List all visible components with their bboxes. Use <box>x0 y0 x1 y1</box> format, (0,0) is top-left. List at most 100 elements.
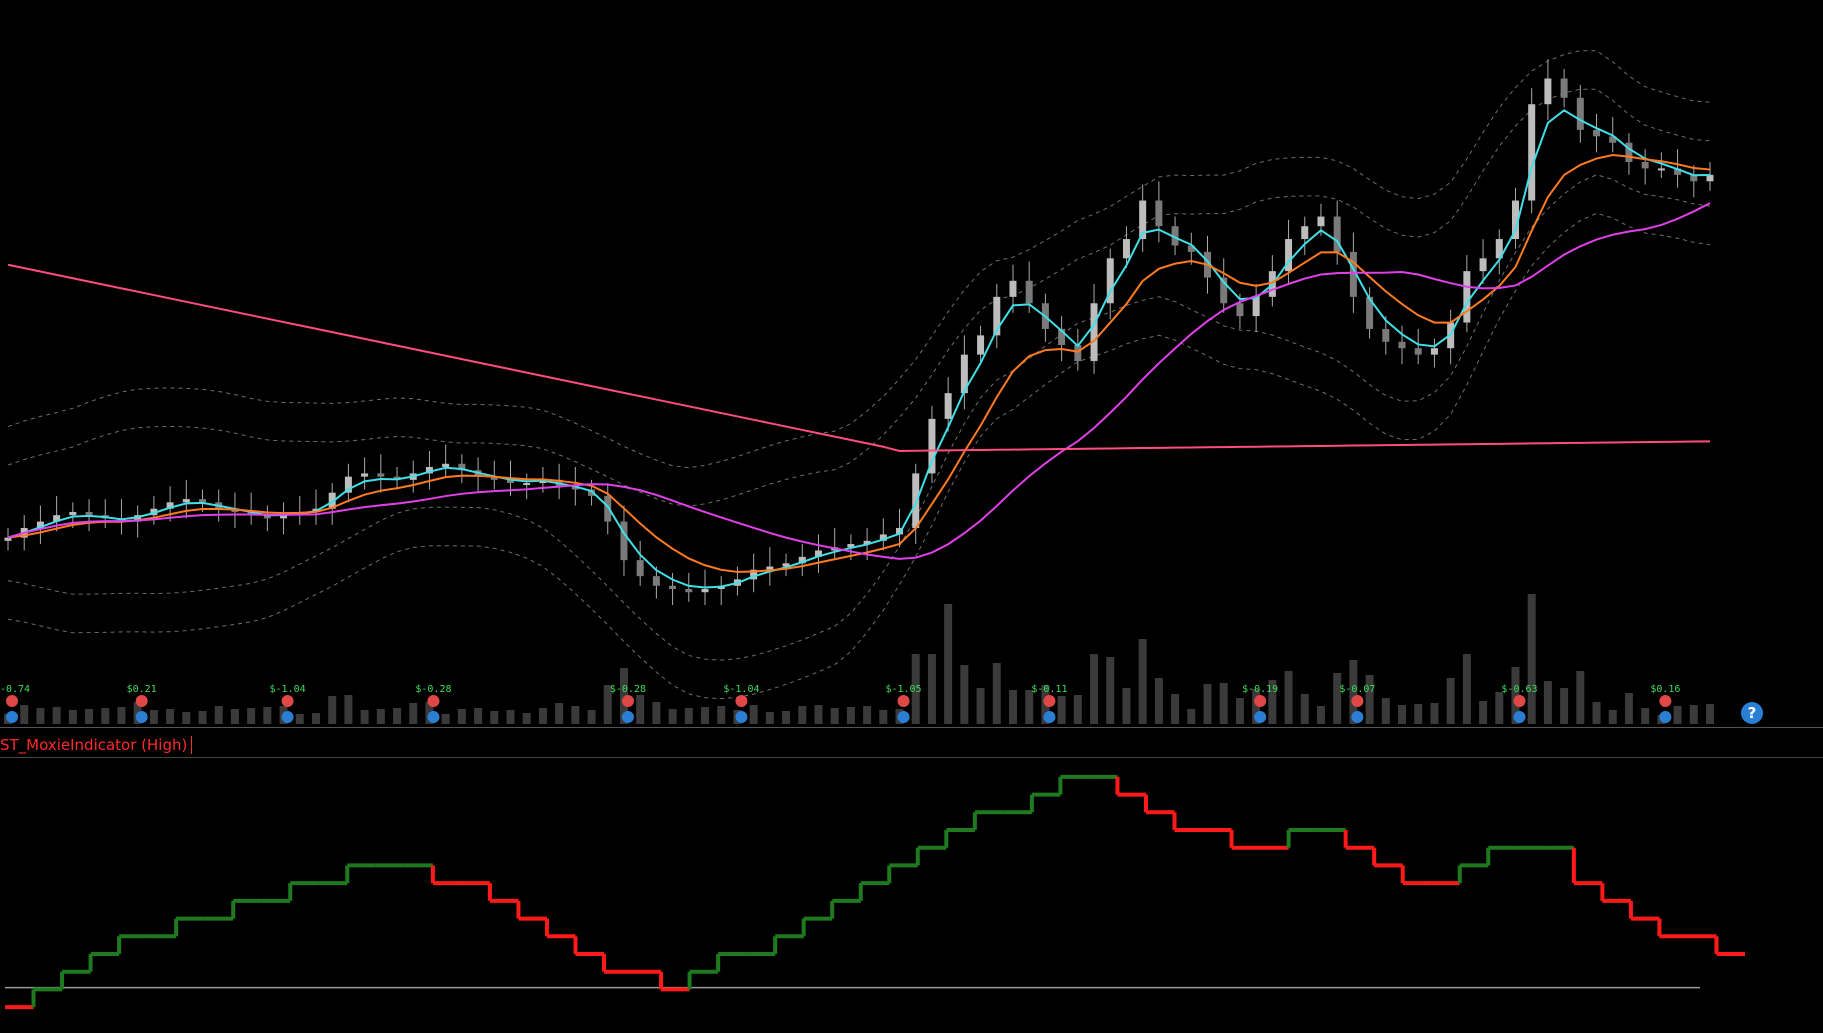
volume-bar <box>52 707 61 724</box>
volume-bar <box>814 705 823 724</box>
candle-body <box>442 463 450 467</box>
candle-body <box>1641 162 1649 169</box>
sma-50-line <box>7 202 1711 560</box>
volume-bar <box>1025 690 1034 724</box>
candle <box>1544 59 1552 121</box>
volume-bar <box>1543 681 1552 724</box>
bear-icon <box>427 695 440 707</box>
volume-bar <box>1479 701 1488 724</box>
price-chart[interactable]: $-0.74 $0.21 $-1.04 $-0.28 $-0.28 $-1.04 $-1.0… <box>0 0 1823 730</box>
volume-bar <box>976 688 985 724</box>
candle-body <box>377 473 385 477</box>
volume-bar <box>85 709 94 724</box>
candle <box>442 444 450 477</box>
candle <box>1560 68 1568 108</box>
candle <box>1058 316 1066 362</box>
volume-bar <box>166 709 175 724</box>
candle <box>1463 255 1471 333</box>
volume-bar <box>376 709 385 724</box>
bulb-icon <box>135 711 148 723</box>
volume-bar <box>587 710 596 724</box>
candle <box>1333 200 1341 265</box>
bear-icon <box>621 695 634 707</box>
candle-body <box>199 499 207 503</box>
candle <box>620 505 628 577</box>
candle <box>1187 232 1195 265</box>
candle-body <box>361 473 369 477</box>
band-line <box>7 212 1711 700</box>
candle <box>685 572 693 602</box>
volume-bar <box>198 711 207 724</box>
volume-bar <box>101 708 110 724</box>
candle <box>312 489 320 525</box>
candle <box>1430 338 1438 368</box>
earnings-label: $-0.28 <box>610 684 646 695</box>
earnings-label: $0.21 <box>127 684 157 695</box>
candle-body <box>69 511 77 516</box>
volume-bar <box>20 705 29 724</box>
earnings-label: $-0.11 <box>1031 684 1067 695</box>
candle <box>1641 149 1649 185</box>
candle <box>117 499 125 535</box>
ema-fast-line <box>7 109 1711 589</box>
candle <box>1625 133 1633 175</box>
band-line <box>7 174 1711 661</box>
candle <box>377 454 385 493</box>
moxie-chart[interactable] <box>0 758 1823 1033</box>
volume-bar <box>1689 705 1698 724</box>
volume-bar <box>1430 703 1439 724</box>
volume-bar <box>1090 654 1099 724</box>
candle-body <box>1009 280 1017 297</box>
bulb-icon <box>281 711 294 723</box>
volume-bar <box>1381 698 1390 724</box>
volume-bar <box>490 711 499 724</box>
volume-bar <box>1527 594 1536 724</box>
candle <box>4 528 12 551</box>
volume-bar <box>765 712 774 724</box>
volume-bar <box>863 706 872 724</box>
candle-body <box>1544 78 1552 105</box>
candle <box>750 553 758 593</box>
volume-bar <box>1608 710 1617 724</box>
volume-bar <box>879 710 888 724</box>
volume-bar <box>652 702 661 724</box>
volume-bar <box>247 708 256 724</box>
candle <box>1495 229 1503 275</box>
help-button[interactable]: ? <box>1741 702 1763 724</box>
candle-body <box>1317 216 1325 227</box>
volume-bar <box>1641 708 1650 724</box>
candle <box>831 528 839 561</box>
earnings-label: $-1.04 <box>723 684 759 695</box>
volume-bar <box>230 709 239 724</box>
candle-body <box>523 483 531 486</box>
volume-bar <box>393 708 402 724</box>
volume-bar <box>1138 639 1147 724</box>
study-label[interactable]: ST_MoxieIndicator (High) <box>0 736 193 754</box>
volume-bar <box>1592 702 1601 724</box>
candle-body <box>182 499 190 503</box>
candle <box>1139 184 1147 252</box>
bear-icon <box>1043 695 1056 707</box>
bulb-icon <box>735 711 748 723</box>
candle <box>182 479 190 519</box>
candle-body <box>652 576 660 586</box>
volume-bar <box>149 710 158 724</box>
volume-bar <box>701 707 710 724</box>
volume-bar <box>36 708 45 724</box>
volume-bar <box>182 712 191 724</box>
volume-bar <box>474 708 483 724</box>
ema-mid-line <box>7 154 1711 573</box>
volume-bar <box>1414 704 1423 724</box>
volume-bar <box>1073 695 1082 724</box>
pane-divider[interactable] <box>0 727 1823 728</box>
candle-body <box>944 393 952 419</box>
candle <box>1106 248 1114 320</box>
volume-bar <box>522 713 531 724</box>
volume-bar <box>1495 692 1504 724</box>
candle <box>280 502 288 535</box>
candle <box>717 576 725 606</box>
volume-bar <box>927 654 936 724</box>
volume-bar <box>1187 709 1196 724</box>
volume-bar <box>1171 694 1180 724</box>
candle-body <box>1122 239 1130 259</box>
